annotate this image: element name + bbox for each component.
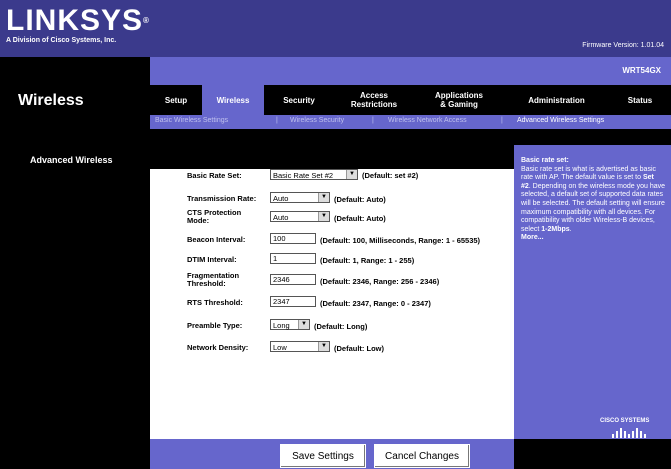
network-density-label: Network Density:: [187, 343, 249, 352]
save-settings-button[interactable]: Save Settings: [280, 444, 366, 468]
sub-navigation: Basic Wireless Settings | Wireless Secur…: [150, 115, 671, 129]
subnav-basic-wireless[interactable]: Basic Wireless Settings: [155, 117, 228, 124]
help-more-link[interactable]: More...: [521, 234, 544, 241]
beacon-interval-input[interactable]: 100: [270, 233, 316, 244]
fragmentation-label: Fragmentation Threshold:: [187, 271, 240, 288]
beacon-interval-default: (Default: 100, Milliseconds, Range: 1 - …: [320, 236, 481, 245]
tab-administration[interactable]: Administration: [504, 85, 609, 115]
subnav-separator: |: [501, 117, 503, 124]
chevron-down-icon: ▼: [318, 342, 329, 351]
tab-access-restrictions[interactable]: Access Restrictions: [334, 85, 414, 115]
help-title: Basic rate set:: [521, 157, 569, 164]
left-column: [0, 145, 150, 439]
subnav-wireless-network-access[interactable]: Wireless Network Access: [388, 117, 467, 124]
chevron-down-icon: ▼: [318, 212, 329, 221]
help-bold-rate: 1-2Mbps: [541, 225, 570, 233]
tab-wireless[interactable]: Wireless: [202, 85, 264, 115]
transmission-rate-label: Transmission Rate:: [187, 194, 257, 203]
beacon-interval-label: Beacon Interval:: [187, 235, 246, 244]
cisco-bars-icon: [612, 428, 646, 438]
preamble-type-default: (Default: Long): [314, 322, 368, 331]
cts-protection-default: (Default: Auto): [334, 214, 386, 223]
preamble-type-label: Preamble Type:: [187, 321, 243, 330]
firmware-version: Firmware Version: 1.01.04: [582, 42, 664, 49]
rts-threshold-label: RTS Threshold:: [187, 298, 243, 307]
model-name: WRT54GX: [622, 66, 661, 75]
chevron-down-icon: ▼: [346, 170, 357, 179]
cts-protection-label: CTS Protection Mode:: [187, 208, 242, 225]
transmission-rate-default: (Default: Auto): [334, 195, 386, 204]
model-band: [150, 57, 671, 85]
header-bar: LINKSYS® A Division of Cisco Systems, In…: [0, 0, 671, 57]
chevron-down-icon: ▼: [298, 320, 309, 329]
fragmentation-input[interactable]: 2346: [270, 274, 316, 285]
basic-rate-default: (Default: set #2): [362, 171, 419, 180]
transmission-rate-select[interactable]: Auto ▼: [270, 192, 330, 203]
subnav-advanced-wireless[interactable]: Advanced Wireless Settings: [517, 117, 604, 124]
rts-threshold-default: (Default: 2347, Range: 0 - 2347): [320, 299, 431, 308]
subnav-separator: |: [372, 117, 374, 124]
subnav-separator: |: [276, 117, 278, 124]
network-density-select[interactable]: Low ▼: [270, 341, 330, 352]
cts-protection-select[interactable]: Auto ▼: [270, 211, 330, 222]
chevron-down-icon: ▼: [318, 193, 329, 202]
basic-rate-label: Basic Rate Set:: [187, 171, 242, 180]
tab-setup[interactable]: Setup: [150, 85, 202, 115]
fragmentation-default: (Default: 2346, Range: 256 - 2346): [320, 277, 440, 286]
brand-tagline: A Division of Cisco Systems, Inc.: [6, 37, 117, 44]
preamble-type-select[interactable]: Long ▼: [270, 319, 310, 330]
dtim-interval-label: DTIM Interval:: [187, 255, 237, 264]
dtim-interval-input[interactable]: 1: [270, 253, 316, 264]
cancel-changes-button[interactable]: Cancel Changes: [374, 444, 470, 468]
rts-threshold-input[interactable]: 2347: [270, 296, 316, 307]
help-text: Basic rate set: Basic rate set is what i…: [521, 157, 665, 242]
tab-applications-gaming[interactable]: Applications & Gaming: [414, 85, 504, 115]
network-density-default: (Default: Low): [334, 344, 384, 353]
subnav-wireless-security[interactable]: Wireless Security: [290, 117, 344, 124]
help-body: Basic rate set is what is advertised as …: [521, 165, 657, 182]
section-title: Wireless: [18, 92, 84, 109]
linksys-logo: LINKSYS®: [6, 4, 150, 37]
left-section-label: Advanced Wireless: [30, 155, 113, 165]
tab-security[interactable]: Security: [264, 85, 334, 115]
dtim-interval-default: (Default: 1, Range: 1 - 255): [320, 256, 415, 265]
tab-status[interactable]: Status: [609, 85, 671, 115]
cisco-logo: CISCO SYSTEMS: [600, 418, 650, 424]
main-tabs: Setup Wireless Security Access Restricti…: [150, 85, 671, 115]
basic-rate-select[interactable]: Basic Rate Set #2 ▼: [270, 169, 358, 180]
